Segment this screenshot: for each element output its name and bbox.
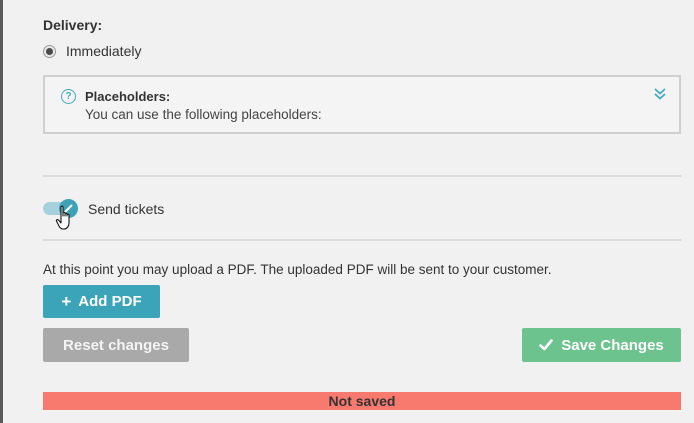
window-left-border — [0, 0, 3, 423]
plus-icon: + — [61, 292, 72, 311]
delivery-label: Delivery: — [43, 17, 103, 33]
delivery-option-immediately[interactable]: Immediately — [43, 42, 141, 60]
help-icon: ? — [61, 89, 76, 104]
status-bar: Not saved — [43, 392, 681, 410]
send-tickets-label: Send tickets — [88, 201, 165, 217]
placeholders-panel: ? Placeholders: You can use the followin… — [43, 75, 681, 134]
placeholders-title: Placeholders: — [85, 89, 171, 104]
divider — [43, 175, 681, 177]
save-changes-button[interactable]: Save Changes — [522, 328, 681, 362]
placeholders-text: You can use the following placeholders: — [85, 107, 322, 122]
radio-button[interactable] — [43, 44, 56, 58]
checkmark-icon — [539, 339, 554, 351]
double-chevron-down-icon[interactable] — [653, 87, 667, 101]
divider — [43, 239, 681, 241]
add-pdf-label: Add PDF — [78, 293, 142, 310]
reset-changes-label: Reset changes — [63, 336, 169, 354]
upload-info-text: At this point you may upload a PDF. The … — [43, 262, 552, 277]
radio-selected-dot — [46, 47, 53, 55]
reset-changes-button[interactable]: Reset changes — [43, 328, 189, 362]
save-changes-label: Save Changes — [561, 336, 664, 354]
radio-label: Immediately — [66, 43, 142, 59]
add-pdf-button[interactable]: + Add PDF — [43, 285, 160, 318]
hand-cursor-icon — [55, 205, 70, 230]
